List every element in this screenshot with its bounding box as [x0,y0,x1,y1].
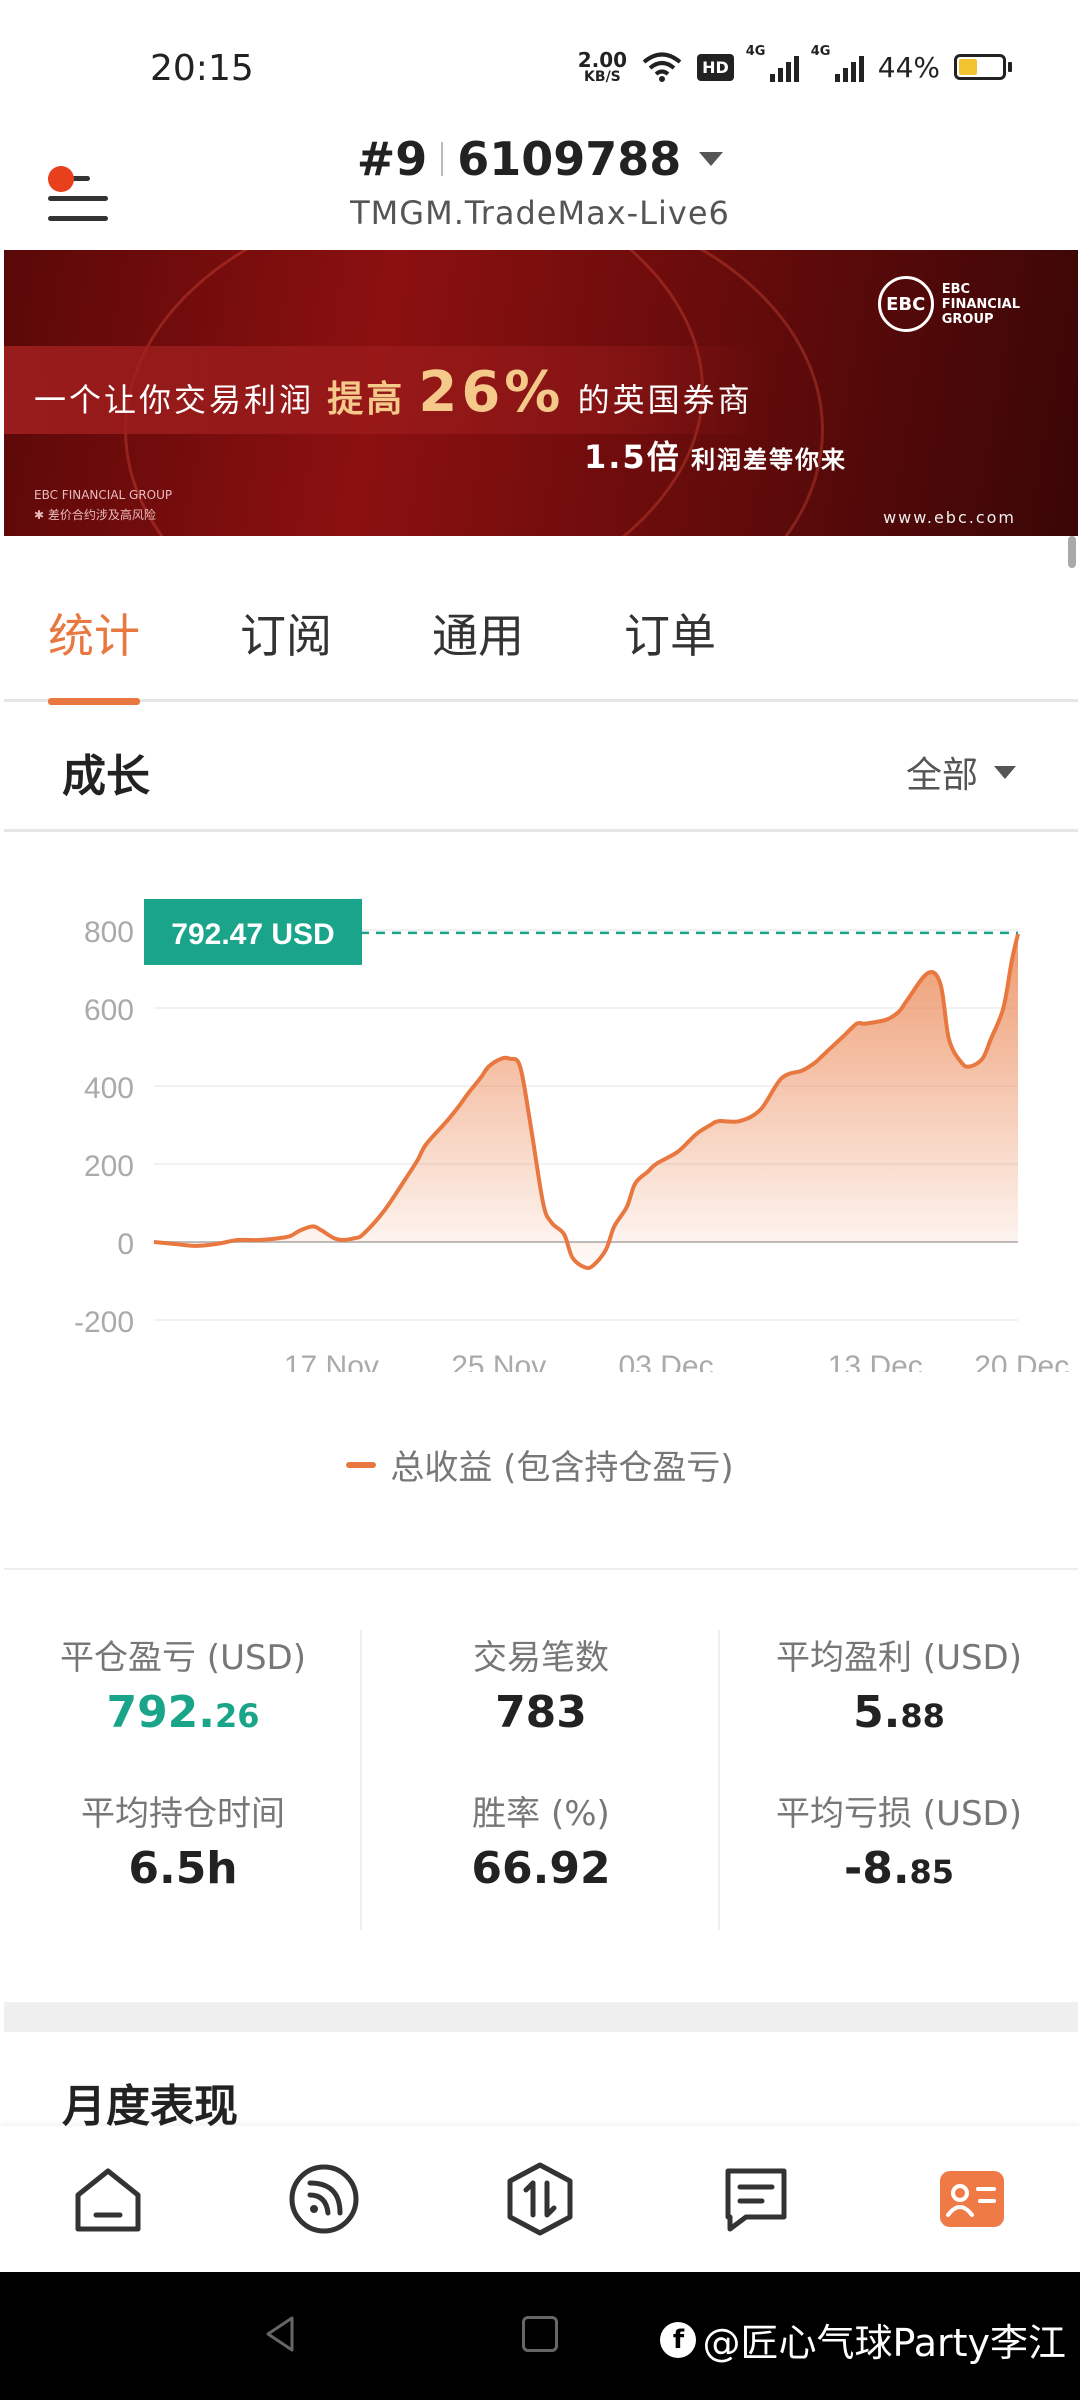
status-time: 20:15 [150,48,254,89]
stat-closed-pl: 平仓盈亏 (USD) 792.26 [4,1630,362,1738]
stat-value: 783 [495,1687,587,1738]
nav-signals[interactable] [264,2139,384,2259]
y-tick-label: 400 [84,1072,134,1105]
current-value-label: 792.47 USD [171,918,334,951]
divider [718,1630,720,1930]
account-number: 6109788 [457,132,682,186]
banner-risk-note: ✱ 差价合约涉及高风险 [34,508,156,522]
banner-subline: 1.5倍 利润差等你来 [584,438,848,476]
account-separator [441,142,444,176]
x-tick-label: 17 Nov [284,1350,379,1372]
ebc-logo: EBC EBC FINANCIAL GROUP [877,276,1020,332]
tab-bar: 统计 订阅 通用 订单 [4,536,1078,705]
section-spacer [4,2002,1078,2032]
growth-chart-svg: 800 600 400 200 0 -200 17 Nov 25 Nov 03 Dec 13 De… [74,898,1069,1383]
tab-general[interactable]: 通用 [432,536,524,702]
section-title: 成长 [62,751,150,802]
battery-fill [959,59,978,75]
battery-percent: 44% [877,50,940,84]
ad-banner[interactable]: 一个让你交易利润 提高 26% 的英国券商 1.5倍 利润差等你来 EBC EB… [4,250,1078,536]
series-area [154,933,1018,1269]
account-rank: #9 [356,132,428,186]
stat-value: 6.5h [128,1843,238,1894]
home-square-icon[interactable] [522,2316,558,2352]
growth-chart: 800 600 400 200 0 -200 17 Nov 25 Nov 03 Dec 13 De… [4,832,1078,1383]
stats-grid: 平仓盈亏 (USD) 792.26 交易笔数 783 平均盈利 (USD) 5.… [4,1570,1078,2000]
legend-label: 总收益 (包含持仓盈亏) [390,1448,734,1488]
signal-icon-2: 4G [811,44,864,82]
nav-trade[interactable] [480,2139,600,2259]
growth-section-header: 成长 全部 [4,702,1078,832]
x-tick-label: 25 Nov [451,1350,546,1372]
tab-orders[interactable]: 订单 [624,536,716,702]
period-filter-dropdown[interactable]: 全部 [906,746,1016,798]
stat-trade-count: 交易笔数 783 [362,1630,720,1738]
banner-footnote: EBC FINANCIAL GROUP [34,488,173,502]
wifi-icon [642,52,682,82]
x-tick-label: 13 Dec [828,1350,923,1372]
home-icon [75,2168,141,2232]
status-icons: 2.00 KB/S HD 4G 4G 44% [577,44,1012,85]
y-tick-label: -200 [74,1306,134,1339]
system-nav-bar: f @匠心气球Party李江 [0,2272,1080,2400]
notification-dot [48,166,74,192]
divider [360,1630,362,1930]
stat-avg-loss: 平均亏损 (USD) -8.85 [720,1786,1078,1894]
tab-statistics[interactable]: 统计 [48,536,140,705]
back-icon[interactable] [262,2314,298,2354]
banner-headline: 一个让你交易利润 提高 26% 的英国券商 [34,360,753,425]
chevron-down-icon [994,765,1016,779]
trade-swap-icon [507,2162,573,2236]
server-name: TMGM.TradeMax-Live6 [350,194,730,232]
stat-avg-profit: 平均盈利 (USD) 5.88 [720,1630,1078,1738]
message-icon [725,2168,787,2232]
facebook-icon: f [660,2321,697,2358]
y-tick-label: 800 [84,916,134,949]
account-selector[interactable]: #9 6109788 TMGM.TradeMax-Live6 [0,130,1080,232]
stat-avg-hold-time: 平均持仓时间 6.5h [4,1786,362,1894]
y-tick-label: 200 [84,1150,134,1183]
stat-value: -8.85 [843,1843,955,1894]
stat-value: 5.88 [853,1687,945,1738]
stat-win-rate: 胜率 (%) 66.92 [362,1786,720,1894]
battery-icon [954,54,1012,80]
x-tick-label: 03 Dec [619,1350,714,1372]
status-bar: 20:15 2.00 KB/S HD 4G 4G 44% [0,0,1080,130]
hd-badge: HD [697,53,734,81]
tab-subscribe[interactable]: 订阅 [240,536,332,702]
menu-button[interactable] [48,154,112,221]
signal-icon: 4G [746,44,799,82]
chart-legend[interactable]: 总收益 (包含持仓盈亏) [0,1440,1080,1489]
signal-feed-icon [289,2164,359,2234]
stat-value: 66.92 [471,1843,611,1894]
app-header: #9 6109788 TMGM.TradeMax-Live6 [0,130,1080,250]
stat-value: 792.26 [106,1687,260,1738]
banner-url: www.ebc.com [883,508,1016,527]
bottom-nav [0,2126,1080,2272]
y-tick-label: 0 [117,1228,134,1261]
y-tick-label: 600 [84,994,134,1027]
watermark: f @匠心气球Party李江 [660,2312,1066,2367]
chevron-down-icon [699,152,724,166]
monthly-performance-title: 月度表现 [62,2081,238,2132]
nav-home[interactable] [48,2139,168,2259]
legend-swatch [346,1461,377,1468]
nav-messages[interactable] [696,2139,816,2259]
nav-profile[interactable] [912,2139,1032,2259]
x-tick-label: 20 Dec [974,1350,1069,1372]
network-speed: 2.00 KB/S [577,48,628,85]
profile-card-icon [940,2171,1004,2227]
